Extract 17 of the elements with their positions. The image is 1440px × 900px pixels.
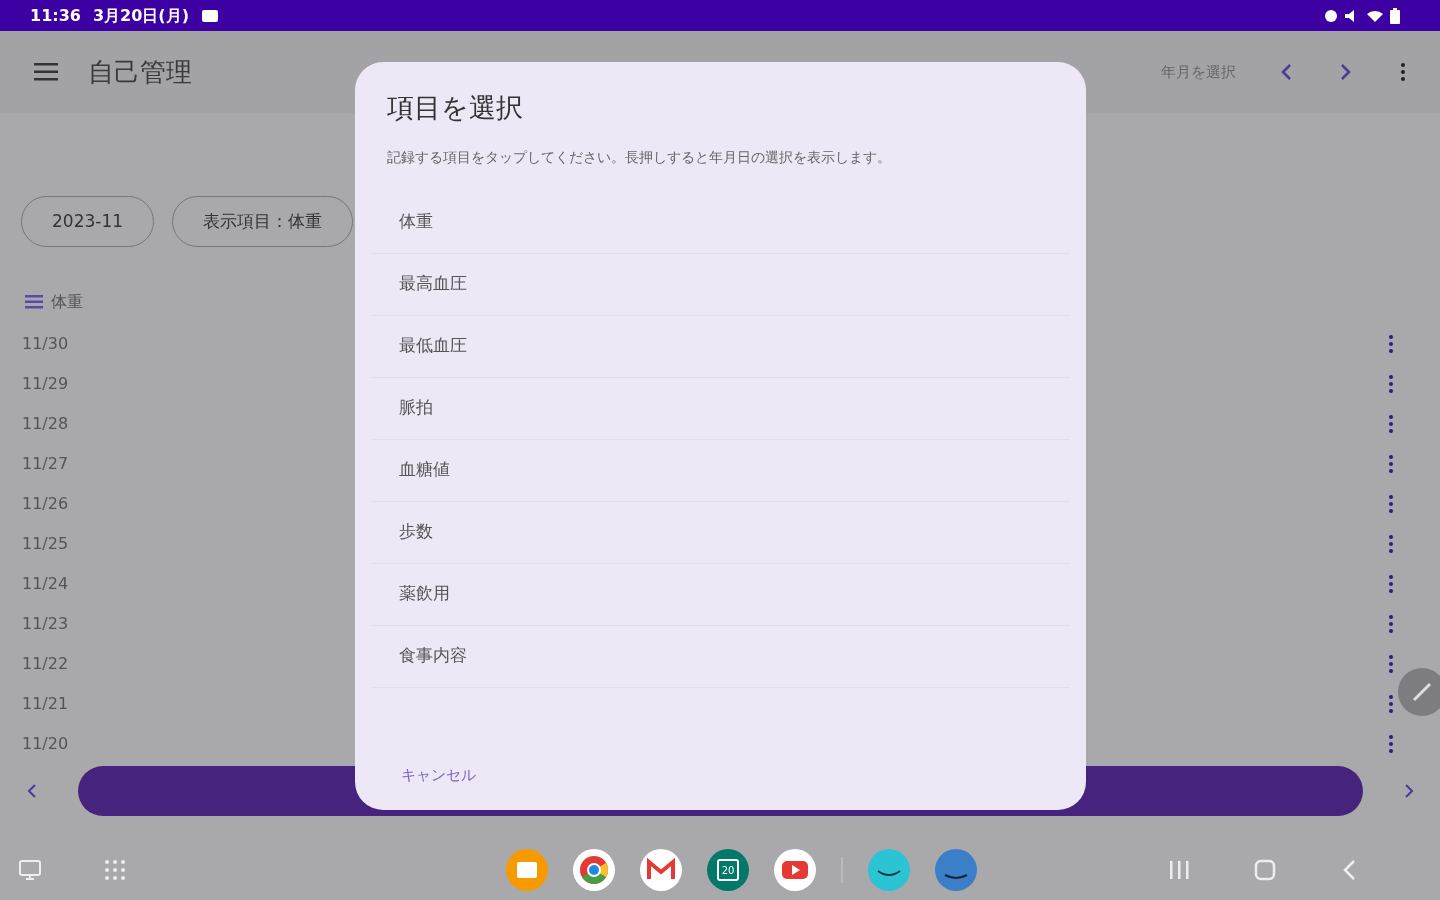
date-label: 11/25 [22, 533, 69, 555]
list-header: 体重 [51, 291, 83, 313]
app-title: 自己管理 [88, 55, 192, 89]
date-label: 11/21 [22, 693, 69, 715]
clock-text: 11:36 [30, 4, 81, 27]
date-label: 11/24 [22, 573, 69, 595]
date-label: 11/23 [22, 613, 69, 635]
date-label: 11/28 [22, 413, 69, 435]
date-label: 11/27 [22, 453, 69, 475]
date-label: 11/26 [22, 493, 69, 515]
date-label: 11/22 [22, 653, 69, 675]
dialog-message: 記録する項目をタップしてください。長押しすると年月日の選択を表示します。 [387, 147, 892, 167]
date-text: 3月20日(月) [92, 4, 189, 27]
dialog-title: 項目を選択 [387, 91, 524, 125]
date-label: 11/30 [22, 333, 69, 355]
date-label: 11/29 [22, 373, 69, 395]
date-label: 11/20 [22, 733, 69, 755]
